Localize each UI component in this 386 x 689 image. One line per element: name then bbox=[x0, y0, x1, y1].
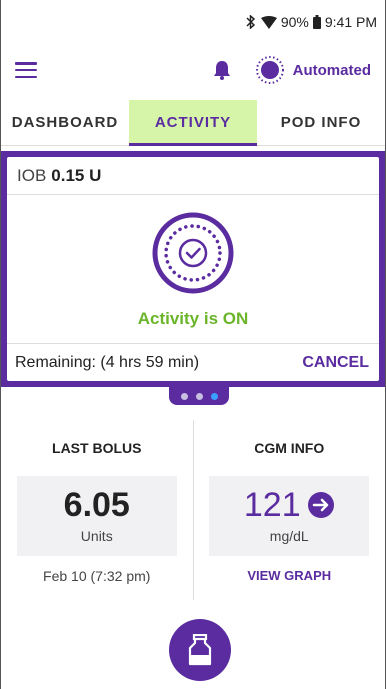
battery-percent: 90% bbox=[280, 14, 309, 30]
bell-icon[interactable] bbox=[211, 59, 233, 81]
last-bolus-unit: Units bbox=[80, 528, 113, 544]
last-bolus-value: 6.05 bbox=[63, 486, 130, 524]
battery-icon bbox=[312, 15, 321, 29]
tab-pod-info[interactable]: POD INFO bbox=[257, 100, 385, 145]
menu-icon[interactable] bbox=[15, 62, 37, 78]
wifi-icon bbox=[260, 15, 277, 29]
app-frame: 90% 9:41 PM Automated DASHBOARD ACTIVITY… bbox=[0, 0, 386, 689]
cgm-panel: CGM INFO 121 mg/dL VIEW GRAPH bbox=[194, 420, 386, 600]
mode-indicator[interactable]: Automated bbox=[255, 55, 371, 85]
page-dot[interactable] bbox=[195, 392, 203, 400]
activity-status: Activity is ON bbox=[137, 309, 249, 328]
cgm-box: 121 mg/dL bbox=[209, 476, 370, 556]
remaining-row: Remaining: (4 hrs 59 min) CANCEL bbox=[7, 343, 379, 381]
app-bar: Automated bbox=[1, 44, 385, 96]
page-dot-active[interactable] bbox=[210, 392, 218, 400]
last-bolus-title: LAST BOLUS bbox=[52, 440, 142, 456]
last-bolus-panel: LAST BOLUS 6.05 Units Feb 10 (7:32 pm) bbox=[1, 420, 193, 600]
cgm-value: 121 bbox=[243, 486, 301, 524]
iob-row: IOB 0.15 U bbox=[7, 157, 379, 195]
iob-value: 0.15 U bbox=[51, 165, 102, 185]
last-bolus-box: 6.05 Units bbox=[16, 476, 177, 556]
cancel-button[interactable]: CANCEL bbox=[302, 354, 369, 372]
bolus-button[interactable] bbox=[169, 619, 231, 681]
iob-label: IOB bbox=[17, 165, 47, 185]
cgm-reading: 121 bbox=[244, 488, 335, 522]
activity-panel: IOB 0.15 U Activity is ON Remaining: (4 … bbox=[7, 157, 379, 381]
activity-check-icon bbox=[152, 212, 234, 294]
bolus-vial-icon bbox=[188, 634, 212, 666]
mode-label: Automated bbox=[292, 61, 371, 79]
tab-bar: DASHBOARD ACTIVITY POD INFO bbox=[1, 100, 385, 146]
view-graph-link[interactable]: VIEW GRAPH bbox=[247, 568, 331, 583]
page-indicator bbox=[169, 387, 229, 405]
automated-mode-icon bbox=[255, 56, 284, 84]
last-bolus-date: Feb 10 (7:32 pm) bbox=[43, 568, 151, 584]
bluetooth-icon bbox=[245, 15, 257, 29]
remaining-time: Remaining: (4 hrs 59 min) bbox=[15, 353, 200, 371]
summary-panels: LAST BOLUS 6.05 Units Feb 10 (7:32 pm) C… bbox=[1, 420, 385, 600]
cgm-unit: mg/dL bbox=[269, 528, 309, 544]
tab-activity[interactable]: ACTIVITY bbox=[129, 100, 257, 146]
trend-arrow-right-icon bbox=[307, 492, 334, 518]
status-bar: 90% 9:41 PM bbox=[1, 0, 385, 44]
activity-card: IOB 0.15 U Activity is ON Remaining: (4 … bbox=[1, 151, 385, 387]
page-dot[interactable] bbox=[180, 392, 188, 400]
clock: 9:41 PM bbox=[324, 14, 377, 30]
cgm-title: CGM INFO bbox=[254, 440, 325, 456]
activity-body: Activity is ON bbox=[7, 195, 379, 329]
tab-dashboard[interactable]: DASHBOARD bbox=[1, 100, 129, 145]
